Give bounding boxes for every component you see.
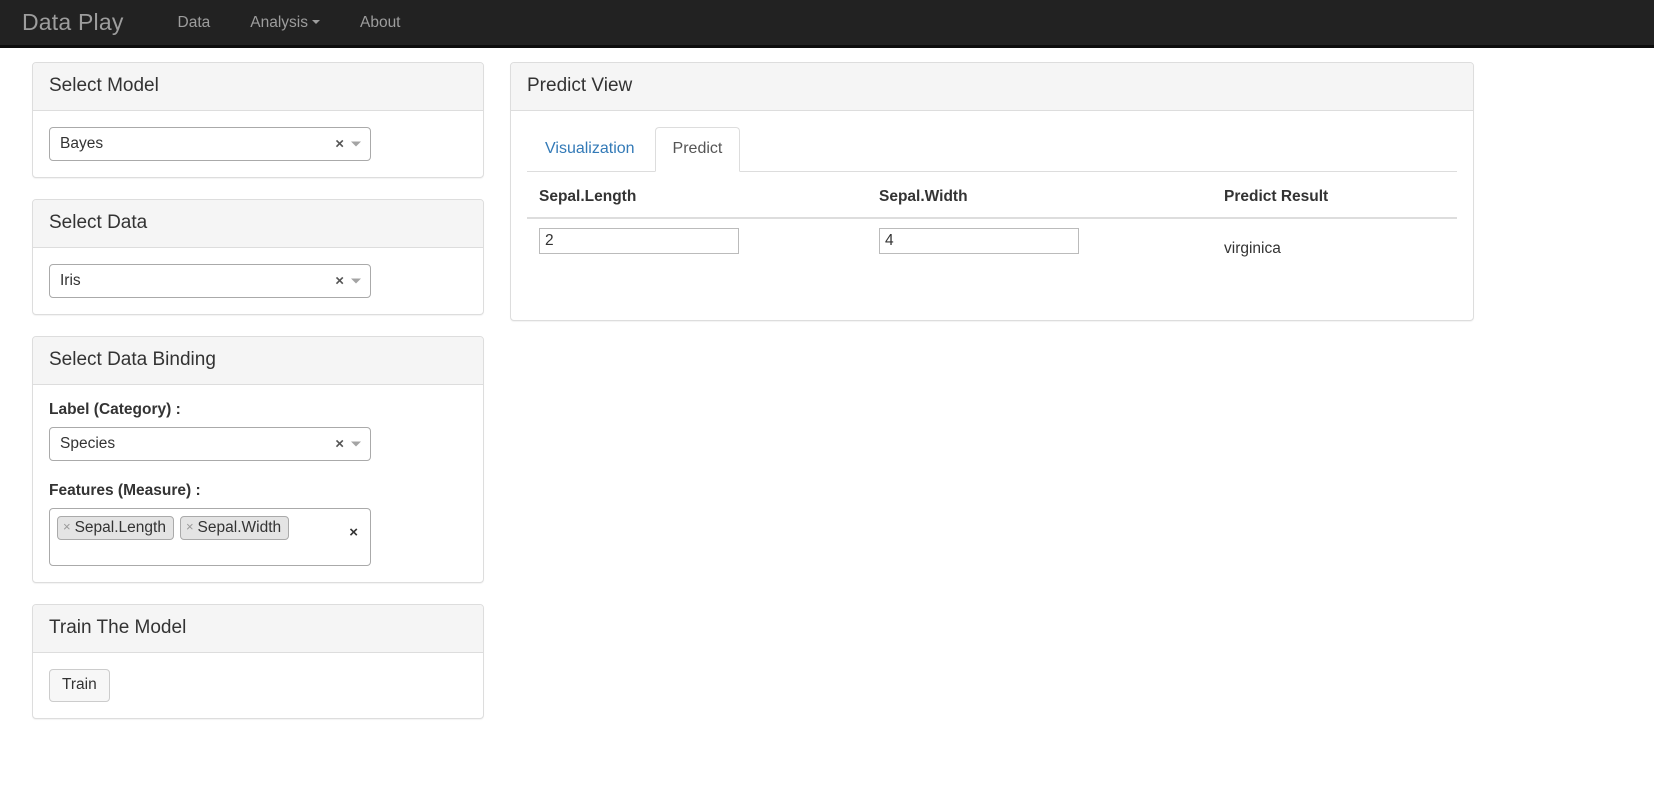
panel-select-data-binding-heading: Select Data Binding: [33, 336, 483, 385]
top-navbar: Data Play Data Analysis About: [0, 0, 1654, 48]
cell-sepal-width: [867, 218, 1212, 270]
panel-select-model-body: Bayes ×: [33, 111, 483, 177]
panel-train-the-model: Train The Model Train: [32, 603, 484, 720]
predict-table: Sepal.Length Sepal.Width Predict Result: [527, 177, 1457, 270]
predict-table-body: virginica: [527, 218, 1457, 270]
features-tag-list: × Sepal.Length × Sepal.Width: [57, 515, 334, 541]
model-select-value: Bayes: [60, 136, 104, 152]
train-button[interactable]: Train: [49, 668, 110, 703]
tab-visualization-link[interactable]: Visualization: [527, 127, 653, 172]
nav-item-data[interactable]: Data: [158, 0, 231, 47]
column-header-sepal-width: Sepal.Width: [867, 177, 1212, 219]
close-icon[interactable]: ×: [335, 273, 344, 288]
panel-select-model: Select Model Bayes ×: [32, 62, 484, 178]
predict-view-tabs: Visualization Predict: [527, 126, 1457, 172]
model-select[interactable]: Bayes ×: [49, 126, 371, 161]
chevron-down-icon[interactable]: [351, 141, 361, 147]
close-icon[interactable]: ×: [349, 525, 358, 540]
panel-predict-view-title: Predict View: [527, 75, 633, 96]
panel-select-data-heading: Select Data: [33, 199, 483, 248]
close-icon[interactable]: ×: [335, 136, 344, 151]
column-header-sepal-length: Sepal.Length: [527, 177, 867, 219]
form-spacer: [49, 461, 467, 482]
cell-sepal-length: [527, 218, 867, 270]
panel-train-the-model-title: Train The Model: [49, 616, 187, 638]
cell-predict-result: virginica: [1212, 218, 1457, 270]
sepal-length-input[interactable]: [539, 227, 739, 254]
panel-select-data-binding-title: Select Data Binding: [49, 348, 216, 370]
panel-predict-view-heading: Predict View: [511, 63, 1473, 111]
features-tag[interactable]: × Sepal.Length: [57, 515, 174, 541]
nav-item-about[interactable]: About: [340, 0, 421, 47]
page-container: Select Model Bayes × Select Data Iris ×: [0, 48, 1654, 740]
tab-pane-predict: Sepal.Length Sepal.Width Predict Result: [527, 177, 1457, 304]
data-select-value: Iris: [60, 273, 81, 289]
sepal-width-input[interactable]: [879, 227, 1079, 254]
tab-predict-link[interactable]: Predict: [654, 126, 741, 172]
panel-train-the-model-heading: Train The Model: [33, 604, 483, 653]
main-column: Predict View Visualization Predict Sepal…: [500, 62, 1490, 740]
features-tag[interactable]: × Sepal.Width: [179, 515, 290, 541]
nav-item-about-label: About: [359, 13, 401, 31]
panel-predict-view: Predict View Visualization Predict Sepal…: [510, 62, 1474, 321]
panel-select-data-body: Iris ×: [33, 248, 483, 314]
nav-item-data-label: Data: [177, 13, 211, 31]
panel-select-data-title: Select Data: [49, 211, 148, 233]
sidebar-column: Select Model Bayes × Select Data Iris ×: [0, 62, 500, 740]
chevron-down-icon[interactable]: [351, 278, 361, 284]
panel-select-data: Select Data Iris ×: [32, 198, 484, 315]
label-category-select[interactable]: Species ×: [49, 426, 371, 461]
label-category-select-value: Species: [60, 435, 116, 452]
nav-item-analysis[interactable]: Analysis: [230, 0, 340, 47]
close-icon[interactable]: ×: [63, 519, 71, 535]
brand-link[interactable]: Data Play: [22, 11, 158, 34]
chevron-down-icon[interactable]: [351, 441, 361, 447]
chevron-down-icon: [311, 20, 320, 25]
table-row: virginica: [527, 218, 1457, 270]
panel-select-model-title: Select Model: [49, 75, 159, 96]
data-select[interactable]: Iris ×: [49, 263, 371, 298]
predict-result-value: virginica: [1224, 239, 1281, 257]
features-measure-label: Features (Measure) :: [49, 481, 201, 499]
panel-train-the-model-body: Train: [33, 653, 483, 719]
panel-select-data-binding: Select Data Binding Label (Category) : S…: [32, 335, 484, 583]
close-icon[interactable]: ×: [186, 519, 194, 535]
predict-table-head: Sepal.Length Sepal.Width Predict Result: [527, 177, 1457, 219]
features-tag-label: Sepal.Length: [74, 518, 166, 536]
nav-item-analysis-label: Analysis: [250, 13, 308, 31]
column-header-predict-result: Predict Result: [1212, 177, 1457, 219]
panel-select-data-binding-body: Label (Category) : Species × Features (M…: [33, 385, 483, 582]
panel-select-model-heading: Select Model: [33, 63, 483, 111]
panel-predict-view-body: Visualization Predict Sepal.Length Sepal…: [511, 111, 1473, 320]
predict-table-header-row: Sepal.Length Sepal.Width Predict Result: [527, 177, 1457, 219]
close-icon[interactable]: ×: [335, 436, 344, 451]
tab-visualization[interactable]: Visualization: [527, 127, 653, 172]
tab-predict[interactable]: Predict: [654, 126, 741, 172]
features-measure-multiselect[interactable]: × Sepal.Length × Sepal.Width ×: [49, 507, 371, 566]
label-category-label: Label (Category) :: [49, 400, 181, 418]
features-tag-label: Sepal.Width: [197, 518, 282, 536]
navbar-links: Data Analysis About: [158, 0, 421, 45]
